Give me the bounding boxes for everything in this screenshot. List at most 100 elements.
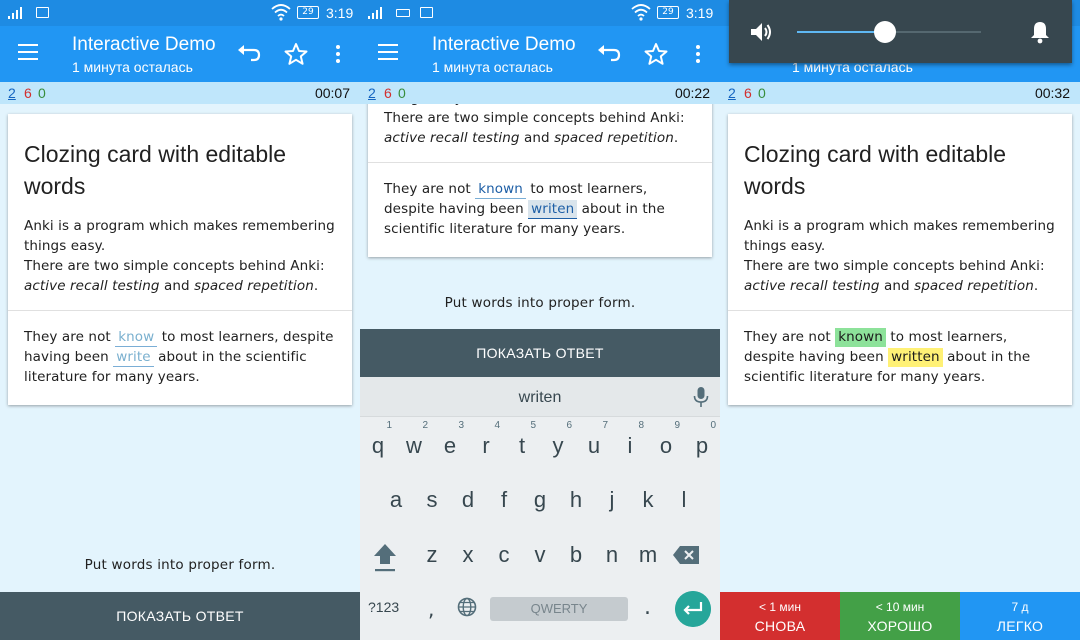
key-v[interactable]: v bbox=[522, 530, 558, 580]
key-b[interactable]: b bbox=[558, 530, 594, 580]
enter-key-icon[interactable] bbox=[675, 591, 711, 627]
new-count: 2 bbox=[8, 85, 16, 101]
menu-icon[interactable] bbox=[378, 44, 398, 60]
microphone-icon[interactable] bbox=[693, 386, 709, 408]
battery-icon: 29 bbox=[297, 6, 319, 19]
learn-count: 6 bbox=[24, 85, 32, 101]
key-m[interactable]: m bbox=[630, 530, 666, 580]
flashcard: Clozing card with editable words Anki is… bbox=[728, 114, 1072, 405]
star-icon[interactable] bbox=[282, 40, 310, 68]
symbols-key[interactable]: ?123 bbox=[368, 599, 399, 615]
key-h[interactable]: h bbox=[558, 475, 594, 525]
status-bar: 29 3:19 bbox=[360, 0, 720, 26]
screen-answer: 1 минута осталась 2 6 0 00:32 Clozing ca… bbox=[720, 0, 1080, 640]
app-toolbar: Interactive Demo 1 минута осталась bbox=[360, 26, 720, 82]
wifi-icon bbox=[631, 4, 651, 21]
menu-icon[interactable] bbox=[18, 44, 38, 60]
key-u[interactable]: u7 bbox=[576, 420, 612, 471]
cloze-text: They are not known to most learners, des… bbox=[384, 180, 665, 237]
keyboard-notification-icon bbox=[396, 9, 410, 17]
ease-good-button[interactable]: < 10 мин ХОРОШО bbox=[840, 592, 960, 640]
toolbar-title: Interactive Demo bbox=[432, 34, 576, 55]
key-i[interactable]: i8 bbox=[612, 420, 648, 471]
more-options-icon[interactable] bbox=[328, 40, 356, 68]
shift-key-icon[interactable] bbox=[373, 542, 397, 574]
key-x[interactable]: x bbox=[450, 530, 486, 580]
key-q[interactable]: q1 bbox=[360, 420, 396, 471]
key-s[interactable]: s bbox=[414, 475, 450, 525]
flashcard: Clozing card with editable words Anki is… bbox=[8, 114, 352, 405]
card-hint: Put words into proper form. bbox=[84, 557, 276, 573]
key-z[interactable]: z bbox=[414, 530, 450, 580]
cloze-text: They are not known to most learners, des… bbox=[744, 328, 1031, 385]
image-notification-icon bbox=[420, 7, 433, 18]
star-icon[interactable] bbox=[642, 40, 670, 68]
ease-again-button[interactable]: < 1 мин СНОВА bbox=[720, 592, 840, 640]
ease-easy-button[interactable]: 7 д ЛЕГКО bbox=[960, 592, 1080, 640]
review-count: 0 bbox=[38, 85, 46, 101]
card-counts-bar: 2 6 0 00:22 bbox=[360, 82, 720, 104]
key-y[interactable]: y6 bbox=[540, 420, 576, 471]
battery-icon: 29 bbox=[657, 6, 679, 19]
soft-keyboard: writen q1w2e3r4t5y6u7i8o9p0 asdfghjkl zx… bbox=[360, 377, 720, 640]
key-a[interactable]: a bbox=[378, 475, 414, 525]
cloze-input-2[interactable]: write bbox=[113, 348, 154, 367]
backspace-key-icon[interactable] bbox=[673, 546, 699, 564]
toolbar-title: Interactive Demo bbox=[72, 34, 216, 55]
card-heading: Clozing card with editable words bbox=[744, 141, 1007, 199]
toolbar-subtitle: 1 минута осталась bbox=[72, 59, 193, 75]
key-t[interactable]: t5 bbox=[504, 420, 540, 471]
cloze-input-2[interactable]: writen bbox=[528, 200, 578, 219]
period-key[interactable]: . bbox=[644, 595, 651, 620]
app-toolbar: Interactive Demo 1 минута осталась bbox=[0, 26, 360, 82]
cloze-input-1[interactable]: known bbox=[475, 180, 526, 199]
key-d[interactable]: d bbox=[450, 475, 486, 525]
undo-icon[interactable] bbox=[594, 40, 622, 68]
speaker-icon[interactable] bbox=[749, 20, 773, 44]
key-f[interactable]: f bbox=[486, 475, 522, 525]
key-g[interactable]: g bbox=[522, 475, 558, 525]
bell-icon[interactable] bbox=[1029, 20, 1051, 44]
learn-count: 6 bbox=[744, 85, 752, 101]
card-heading: Clozing card with editable words bbox=[24, 141, 287, 199]
key-w[interactable]: w2 bbox=[396, 420, 432, 471]
card-intro: Anki is a program which makes rememberin… bbox=[744, 218, 1055, 294]
globe-icon[interactable] bbox=[457, 597, 477, 617]
key-l[interactable]: l bbox=[666, 475, 702, 525]
review-count: 0 bbox=[398, 85, 406, 101]
card-intro: Anki is a program which makes rememberin… bbox=[24, 218, 335, 294]
show-answer-button[interactable]: ПОКАЗАТЬ ОТВЕТ bbox=[0, 592, 360, 640]
signal-icon bbox=[8, 7, 24, 19]
key-o[interactable]: o9 bbox=[648, 420, 684, 471]
key-e[interactable]: e3 bbox=[432, 420, 468, 471]
space-key[interactable]: QWERTY bbox=[490, 597, 628, 621]
screen-question: 29 3:19 Interactive Demo 1 минута остала… bbox=[0, 0, 360, 640]
suggestion-strip: writen bbox=[360, 377, 720, 417]
signal-icon bbox=[368, 7, 384, 19]
card-timer: 00:22 bbox=[674, 85, 710, 101]
cloze-answer-2-partial: written bbox=[888, 348, 943, 367]
key-n[interactable]: n bbox=[594, 530, 630, 580]
key-p[interactable]: p0 bbox=[684, 420, 720, 471]
key-j[interactable]: j bbox=[594, 475, 630, 525]
key-r[interactable]: r4 bbox=[468, 420, 504, 471]
volume-panel bbox=[729, 0, 1072, 63]
toolbar-subtitle: 1 минута осталась bbox=[432, 59, 553, 75]
volume-slider-thumb[interactable] bbox=[874, 21, 897, 43]
comma-key[interactable]: , bbox=[428, 597, 434, 621]
undo-icon[interactable] bbox=[234, 40, 262, 68]
status-time: 3:19 bbox=[326, 5, 354, 21]
cloze-input-1[interactable]: know bbox=[115, 328, 158, 347]
screen-typing: Anki is a program which makes rememberin… bbox=[360, 0, 720, 640]
card-timer: 00:32 bbox=[1034, 85, 1070, 101]
cloze-answer-1-correct: known bbox=[835, 328, 886, 347]
more-options-icon[interactable] bbox=[688, 40, 716, 68]
volume-fill bbox=[797, 31, 886, 33]
new-count: 2 bbox=[728, 85, 736, 101]
key-k[interactable]: k bbox=[630, 475, 666, 525]
key-c[interactable]: c bbox=[486, 530, 522, 580]
wifi-icon bbox=[271, 4, 291, 21]
suggestion-word[interactable]: writen bbox=[360, 389, 720, 407]
card-hint: Put words into proper form. bbox=[444, 295, 636, 311]
show-answer-button[interactable]: ПОКАЗАТЬ ОТВЕТ bbox=[360, 329, 720, 377]
